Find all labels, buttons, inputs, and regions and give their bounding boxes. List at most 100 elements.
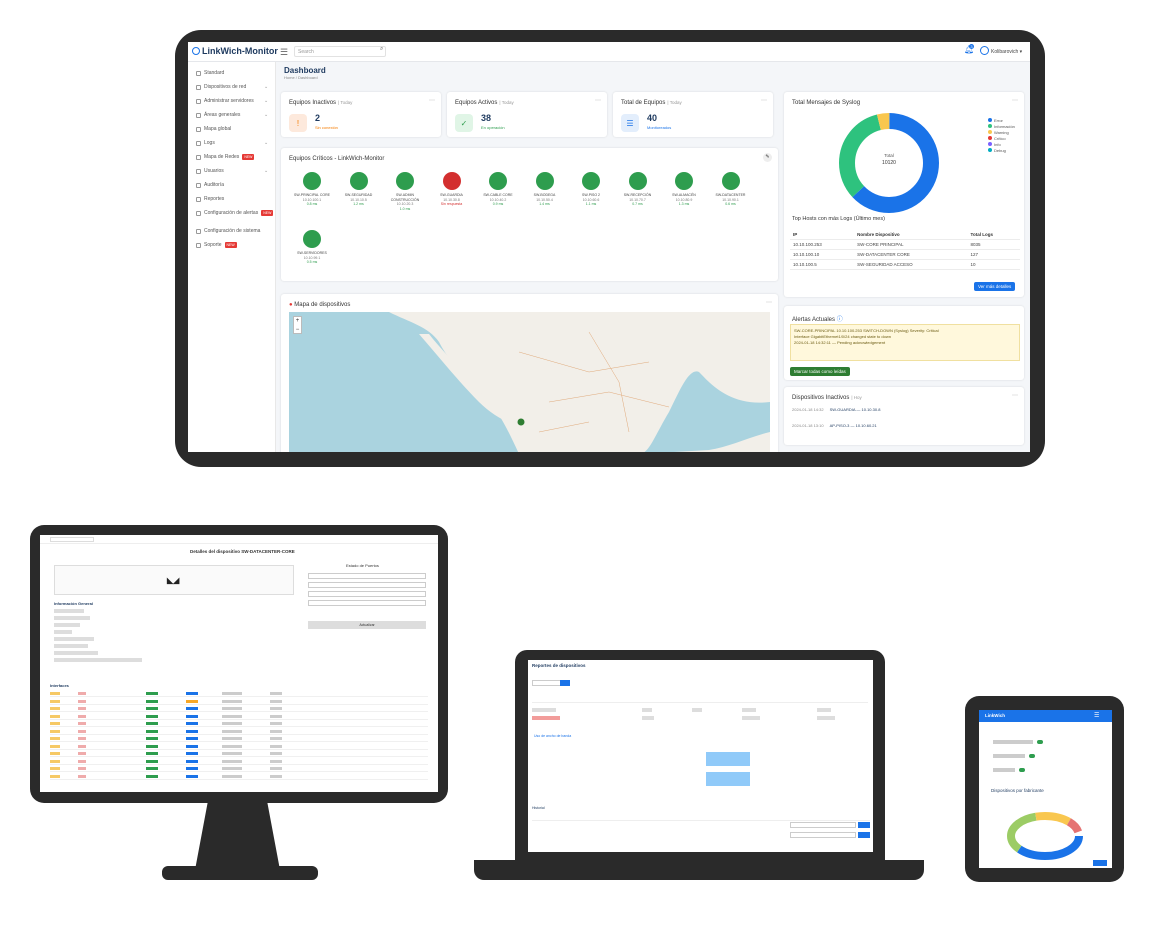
more-options-icon[interactable]: ⋯ [761, 97, 767, 104]
sidebar-item[interactable]: Mapa global [196, 126, 231, 132]
zoom-in-button[interactable]: + [294, 317, 301, 326]
critical-device[interactable]: SW-BODEGA 10.10.50.4 1.4 ms [524, 172, 566, 207]
critical-device[interactable]: SW-PRINCIPAL CORE 10.10.100.1 0.8 ms [291, 172, 333, 207]
list-item[interactable] [993, 754, 1025, 758]
legend-item[interactable]: Error [988, 118, 1003, 123]
stat-subtitle: Monitoreados [647, 125, 672, 130]
bandwidth-chart-title: Uso de ancho de banda [534, 734, 572, 738]
critical-device[interactable]: SW-GUARDIA 10.10.30.8 Sin respuesta [431, 172, 473, 207]
more-options-icon[interactable]: ⋯ [429, 97, 435, 104]
more-options-icon[interactable]: ⋯ [595, 97, 601, 104]
sidebar-item[interactable]: Dispositivos de red ⌄ [196, 84, 268, 90]
inactive-item[interactable]: 2024-01-18 14:32 SW-GUARDIA — 10.10.30.8 [792, 407, 880, 412]
mobile-menu-icon[interactable]: ☰ [1094, 712, 1099, 719]
menu-toggle-icon[interactable]: ☰ [280, 47, 288, 58]
table-row[interactable] [50, 721, 428, 727]
mark-read-button[interactable]: Marcar todas como leídas [790, 367, 850, 376]
alert-message[interactable]: SW-CORE-PRINCIPAL 10.10.100.253 SWITCH-D… [790, 324, 1020, 361]
critical-device[interactable]: SW-ALMACÉN 10.10.80.9 1.3 ms [663, 172, 705, 207]
map-icon [196, 154, 201, 160]
history-input[interactable] [790, 832, 856, 838]
table-row[interactable]: 10.10.100.253 SW-CORE PRINCIPAL 8035 [790, 239, 1020, 250]
table-row[interactable]: 10.10.100.5 SW-SEGURIDAD ACCESO 10 [790, 259, 1020, 270]
more-options-icon[interactable]: ⋯ [1012, 392, 1018, 399]
sidebar-item[interactable]: Configuración de alertas NEW [196, 210, 274, 216]
legend-item[interactable]: Información [988, 124, 1015, 129]
port-select[interactable] [308, 582, 426, 588]
view-more-button[interactable]: Ver más detalles [974, 282, 1016, 291]
table-cell: SW-SEGURIDAD ACCESO [854, 259, 968, 270]
secondary-search-input[interactable] [50, 537, 94, 542]
sidebar-item[interactable]: Standard [196, 70, 224, 76]
legend-dot [988, 130, 992, 134]
info-line [54, 609, 84, 613]
ports-update-button[interactable]: Actualizar [308, 621, 426, 629]
table-row[interactable] [50, 759, 428, 765]
breadcrumb[interactable]: Home / Dashboard [284, 75, 318, 80]
device-status-icon [582, 172, 600, 190]
table-row[interactable] [50, 774, 428, 780]
cell [692, 708, 702, 712]
legend-item[interactable]: Warning [988, 130, 1009, 135]
sidebar-item[interactable]: Mapa de Redes NEW [196, 154, 255, 160]
legend-item[interactable]: Debug [988, 148, 1006, 153]
more-options-icon[interactable]: ⋯ [766, 299, 772, 306]
device-details-screen: Detalles del dispositivo SW-DATACENTER-C… [40, 535, 438, 792]
search-icon[interactable]: ⌕ [380, 46, 383, 53]
info-line [54, 630, 72, 634]
sidebar-item[interactable]: Logs ⌄ [196, 140, 268, 146]
table-row[interactable] [50, 714, 428, 720]
history-apply-button[interactable] [858, 832, 870, 838]
table-row[interactable] [50, 706, 428, 712]
map-device-marker[interactable] [517, 418, 525, 426]
critical-device[interactable]: SW-PISO 2 10.10.60.6 1.1 ms [570, 172, 612, 207]
mobile-action-button[interactable] [1093, 860, 1107, 866]
list-item[interactable] [993, 768, 1015, 772]
table-cell: 10 [967, 259, 1020, 270]
table-row[interactable] [50, 751, 428, 757]
table-cell: 10.10.100.10 [790, 249, 855, 260]
critical-device[interactable]: SW-RECEPCIÓN 10.10.70.7 0.7 ms [617, 172, 659, 207]
zoom-out-button[interactable]: − [294, 326, 301, 335]
map-zoom-control[interactable]: + − [293, 316, 302, 334]
brand-logo[interactable]: LinkWich-Monitor [192, 46, 278, 56]
port-select[interactable] [308, 600, 426, 606]
critical-device[interactable]: SW-ADMIN CONSTRUCCIÓN 10.10.20.3 1.0 ms [384, 172, 426, 211]
sidebar-item[interactable]: Configuración de sistema [196, 228, 260, 234]
sidebar-item[interactable]: Auditoría [196, 182, 224, 188]
port-select[interactable] [308, 573, 426, 579]
legend-item[interactable]: Info [988, 142, 1001, 147]
status-badge [146, 737, 158, 740]
sidebar-item[interactable]: Áreas generales ⌄ [196, 112, 268, 118]
sidebar: Standard Dispositivos de red ⌄ Administrar … [188, 62, 276, 452]
more-options-icon[interactable]: ⋯ [1012, 97, 1018, 104]
table-row[interactable] [50, 729, 428, 735]
critical-device[interactable]: SW-DATACENTER 10.10.90.1 0.6 ms [710, 172, 752, 207]
table-row[interactable] [50, 744, 428, 750]
sidebar-item[interactable]: Soporte NEW [196, 242, 237, 248]
report-filter-button[interactable] [560, 680, 570, 686]
table-row[interactable] [50, 691, 428, 697]
device-map[interactable]: + − [289, 312, 770, 452]
list-item[interactable] [993, 740, 1033, 744]
critical-device[interactable]: SW-CABLE CORE 10.10.40.2 0.9 ms [477, 172, 519, 207]
table-row[interactable] [50, 766, 428, 772]
edit-icon[interactable]: ✎ [763, 153, 772, 162]
sidebar-item[interactable]: Usuarios ⌄ [196, 168, 268, 174]
table-row[interactable] [50, 736, 428, 742]
column-header: Total Logs [967, 230, 1020, 240]
legend-item[interactable]: Crítico [988, 136, 1006, 141]
inactive-item[interactable]: 2024-01-18 13:10 AP-PISO-3 — 10.10.60.21 [792, 423, 877, 428]
sidebar-item[interactable]: Administrar servidores ⌄ [196, 98, 268, 104]
table-row[interactable]: 10.10.100.10 SW-DATACENTER CORE 127 [790, 249, 1020, 260]
critical-device[interactable]: SW-SERVIDORES 10.10.99.1 0.5 ms [291, 230, 333, 265]
history-input[interactable] [790, 822, 856, 828]
table-row[interactable] [50, 699, 428, 705]
user-menu[interactable]: Kolibarovich ▾ [980, 46, 1022, 55]
search-input[interactable]: Search [294, 46, 386, 57]
sidebar-item[interactable]: Reportes [196, 196, 224, 202]
history-apply-button[interactable] [858, 822, 870, 828]
cell [222, 767, 242, 770]
port-select[interactable] [308, 591, 426, 597]
critical-device[interactable]: SW-SEGURIDAD 10.10.10.5 1.2 ms [338, 172, 380, 207]
